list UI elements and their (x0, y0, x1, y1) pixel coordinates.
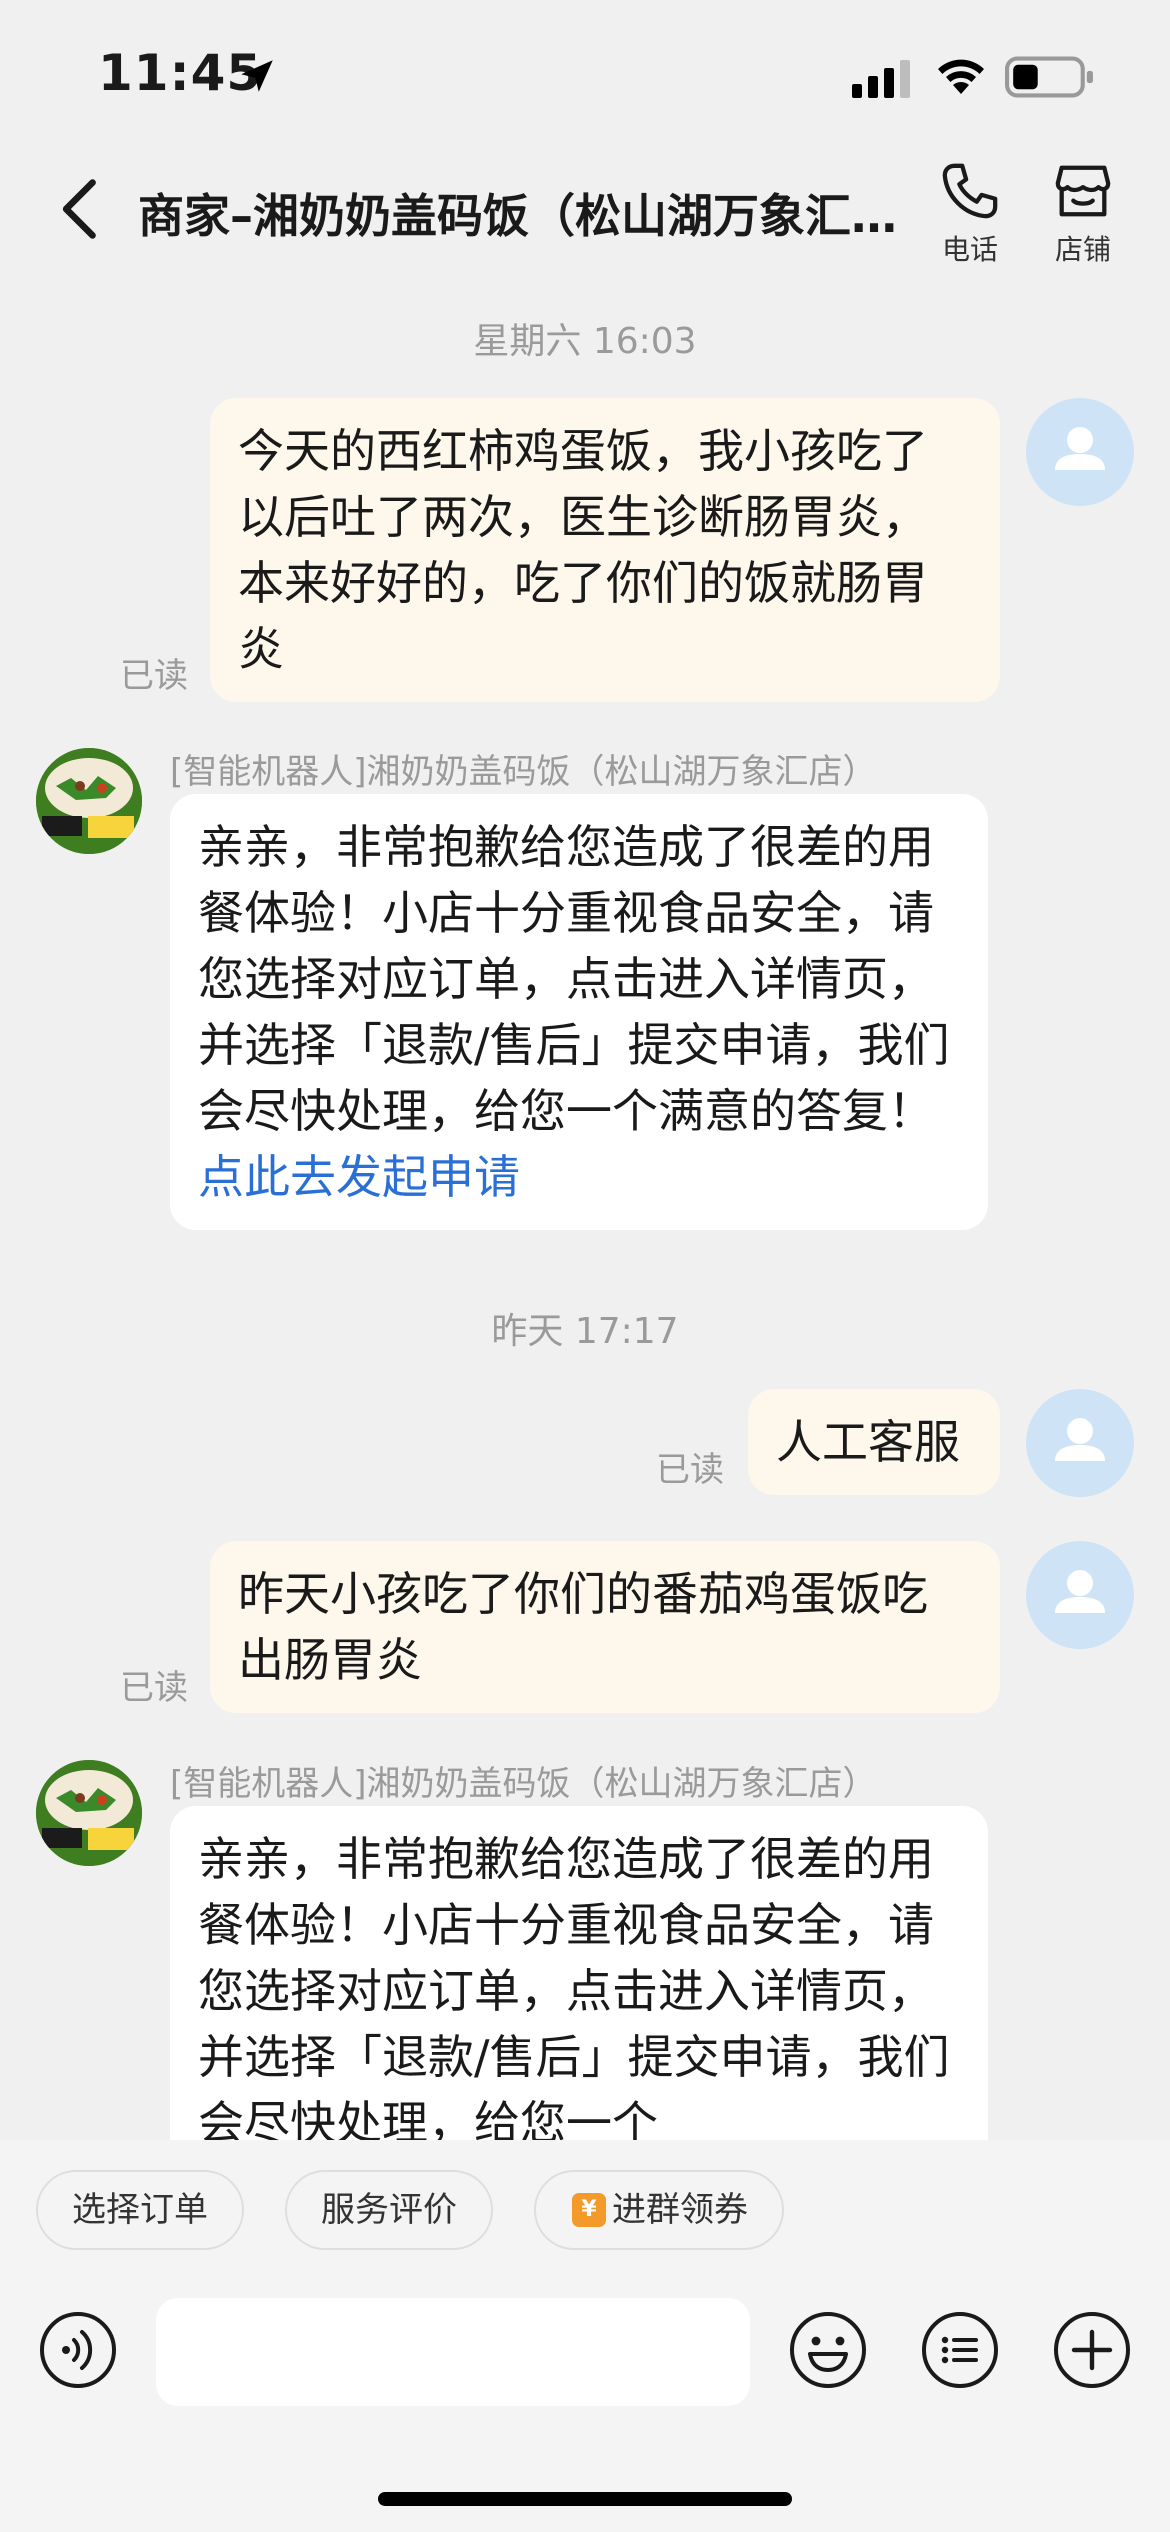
user-icon (1055, 427, 1105, 470)
location-arrow-icon (241, 60, 273, 92)
select-order-button[interactable]: 选择订单 (36, 2170, 244, 2250)
apply-link[interactable]: 点此去发起申请 (198, 1150, 520, 1204)
message-input[interactable] (156, 2298, 750, 2406)
battery-icon (1005, 56, 1093, 98)
shop-avatar[interactable] (36, 748, 142, 854)
quick-menu-button[interactable] (920, 2310, 1000, 2390)
sender-name: [智能机器人]湘奶奶盖码饭（松山湖万象汇店） (170, 752, 877, 792)
user-avatar[interactable] (1026, 1389, 1134, 1497)
add-button[interactable] (1052, 2310, 1132, 2390)
back-chevron-icon[interactable] (56, 176, 106, 242)
phone-label: 电话 (941, 233, 998, 266)
join-group-coupon-button[interactable]: ¥ 进群领券 (534, 2170, 784, 2250)
service-review-button[interactable]: 服务评价 (285, 2170, 493, 2250)
food-dish-image (36, 748, 142, 854)
user-icon (1055, 1570, 1105, 1613)
shop-avatar[interactable] (36, 1760, 142, 1866)
message-bubble-incoming[interactable]: 亲亲，非常抱歉给您造成了很差的用餐体验！小店十分重视食品安全，请您选择对应订单，… (170, 794, 988, 1230)
emoji-icon (790, 2312, 866, 2388)
phone-button[interactable]: 电话 (915, 160, 1025, 270)
timestamp: 星期六 16:03 (473, 321, 697, 362)
home-indicator (378, 2492, 792, 2506)
bottom-panel: 选择订单 服务评价 ¥ 进群领券 (0, 2140, 1170, 2532)
user-avatar[interactable] (1026, 1541, 1134, 1649)
chat-title: 商家–湘奶奶盖码饭（松山湖万象汇店） (138, 189, 938, 243)
join-group-coupon-label: 进群领券 (612, 2190, 748, 2230)
message-bubble-outgoing[interactable]: 人工客服 (748, 1389, 1000, 1495)
store-button[interactable]: 店铺 (1028, 160, 1138, 270)
user-avatar[interactable] (1026, 398, 1134, 506)
emoji-button[interactable] (788, 2310, 868, 2390)
wifi-icon (938, 59, 984, 94)
food-dish-image (36, 1760, 142, 1866)
message-text: 亲亲，非常抱歉给您造成了很差的用餐体验！小店十分重视食品安全，请您选择对应订单，… (198, 820, 950, 1138)
store-icon (1055, 165, 1111, 217)
list-icon (922, 2312, 998, 2388)
read-receipt: 已读 (120, 656, 188, 696)
chat-header: 商家–湘奶奶盖码饭（松山湖万象汇店） 电话 店铺 (0, 150, 1170, 275)
read-receipt: 已读 (656, 1450, 724, 1490)
cellular-signal-icon (852, 60, 910, 98)
plus-icon (1054, 2312, 1130, 2388)
status-bar: 11:45 (0, 0, 1170, 150)
voice-button[interactable] (38, 2310, 118, 2390)
message-bubble-outgoing[interactable]: 昨天小孩吃了你们的番茄鸡蛋饭吃出肠胃炎 (210, 1541, 1000, 1713)
message-bubble-outgoing[interactable]: 今天的西红柿鸡蛋饭，我小孩吃了以后吐了两次，医生诊断肠胃炎，本来好好的，吃了你们… (210, 398, 1000, 702)
read-receipt: 已读 (120, 1668, 188, 1708)
coupon-icon: ¥ (572, 2192, 606, 2227)
store-label: 店铺 (1054, 233, 1111, 266)
voice-icon (40, 2312, 116, 2388)
sender-name: [智能机器人]湘奶奶盖码饭（松山湖万象汇店） (170, 1764, 877, 1804)
user-icon (1055, 1418, 1105, 1461)
timestamp: 昨天 17:17 (491, 1311, 679, 1352)
phone-icon (942, 163, 998, 219)
